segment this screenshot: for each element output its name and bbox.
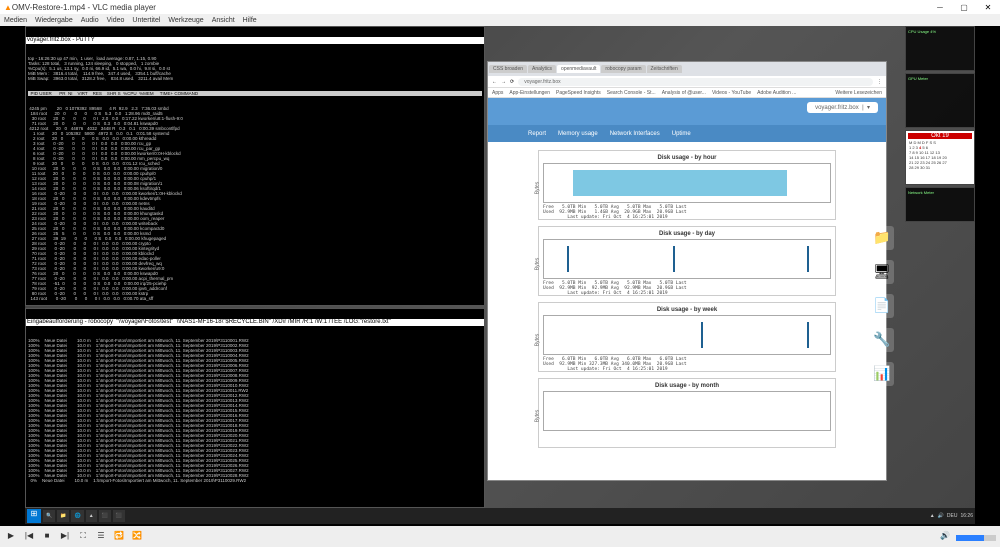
nav-uptime[interactable]: Uptime <box>672 131 691 137</box>
calendar-gadget[interactable]: Okt 19 M D M D F S S 1 2 3 4 5 67 8 9 10… <box>905 130 975 185</box>
windows-taskbar: ⊞ 🔍 📁 🌐 ▲ ⬛ ⬛ ▲ 🔊 DEU 16:26 <box>25 508 975 524</box>
bm-more[interactable]: Weitere Lesezeichen <box>835 90 882 96</box>
shuffle-button[interactable]: 🔀 <box>130 531 144 545</box>
menu-hilfe[interactable]: Hilfe <box>243 17 257 24</box>
system-tray: ▲ 🔊 DEU 16:26 <box>930 513 973 519</box>
taskbar-search-icon[interactable]: 🔍 <box>43 510 55 522</box>
taskbar-app[interactable]: ⬛ <box>99 510 111 522</box>
playlist-button[interactable]: ☰ <box>94 531 108 545</box>
browser-tabstrip: CSS broaden Analytics openmediavault rob… <box>488 62 886 76</box>
putty-titlebar[interactable]: voyager.fritz.box - PuTTY <box>26 37 484 44</box>
disk-chart: Disk usage - by dayBytesFree 5.0TB Min 5… <box>538 226 836 296</box>
disk-chart: Disk usage - by hourBytesFree 5.0TB Min … <box>538 150 836 220</box>
bm-ana[interactable]: Analysis of @user... <box>662 90 706 96</box>
tab-omv[interactable]: openmediavault <box>557 65 600 73</box>
address-bar[interactable]: voyager.fritz.box <box>518 78 873 86</box>
menu-werkzeuge[interactable]: Werkzeuge <box>168 17 203 24</box>
tray-time[interactable]: 16:26 <box>960 513 973 519</box>
loop-button[interactable]: 🔁 <box>112 531 126 545</box>
desktop-icon[interactable]: 🔧 <box>870 328 894 352</box>
tab-robocopy[interactable]: robocopy param <box>601 65 645 73</box>
chrome-window[interactable]: CSS broaden Analytics openmediavault rob… <box>487 61 887 481</box>
maximize-button[interactable]: ▢ <box>956 3 972 12</box>
bm-sc[interactable]: Search Console - St... <box>607 90 656 96</box>
back-icon[interactable]: ← <box>492 79 497 85</box>
play-button[interactable]: ▶ <box>4 531 18 545</box>
stop-button[interactable]: ■ <box>40 531 54 545</box>
prev-button[interactable]: |◀ <box>22 531 36 545</box>
menu-ansicht[interactable]: Ansicht <box>212 17 235 24</box>
bm-au[interactable]: Adobe Audition ... <box>757 90 796 96</box>
reload-icon[interactable]: ⟳ <box>510 79 514 85</box>
menu-video[interactable]: Video <box>107 17 125 24</box>
putty-window[interactable]: voyager.fritz.box - PuTTY top - 16:26:30… <box>25 26 485 306</box>
omv-header: voyager.fritz.box | ▾ <box>488 98 886 126</box>
taskbar-app[interactable]: 📁 <box>57 510 69 522</box>
top-header: top - 16:26:30 up 47 min, 1 user, load a… <box>28 56 482 81</box>
desktop-icon[interactable]: 🖥 <box>870 260 894 284</box>
desktop-icon[interactable]: 📊 <box>870 362 894 386</box>
network-gadget[interactable]: Network Meter <box>905 187 975 222</box>
omv-host-badge[interactable]: voyager.fritz.box | ▾ <box>807 102 878 113</box>
omv-subnav: Report Memory usage Network Interfaces U… <box>488 126 886 142</box>
top-columns: PID USER PR NI VIRT RES SHR S %CPU %MEM … <box>28 91 482 96</box>
menu-medien[interactable]: Medien <box>4 17 27 24</box>
window-title: OMV-Restore-1.mp4 - VLC media player <box>12 3 932 12</box>
menu-untertitel[interactable]: Untertitel <box>132 17 160 24</box>
browser-viewport: voyager.fritz.box | ▾ Report Memory usag… <box>488 98 886 480</box>
desktop-icon[interactable]: 📁 <box>870 226 894 250</box>
tab-css[interactable]: CSS broaden <box>489 65 527 73</box>
bm-appset[interactable]: App-Einstellungen <box>509 90 550 96</box>
nav-memory[interactable]: Memory usage <box>558 131 598 137</box>
desktop-icon[interactable]: 📄 <box>870 294 894 318</box>
close-button[interactable]: ✕ <box>980 3 996 12</box>
recorded-desktop: voyager.fritz.box - PuTTY top - 16:26:30… <box>25 26 975 524</box>
cmd-titlebar[interactable]: Eingabeaufforderung - robocopy "\\voyage… <box>26 319 484 326</box>
vlc-icon: ▲ <box>4 3 12 12</box>
cpu-gadget[interactable]: CPU Usage 4% <box>905 26 975 71</box>
vlc-titlebar: ▲ OMV-Restore-1.mp4 - VLC media player ─… <box>0 0 1000 14</box>
minimize-button[interactable]: ─ <box>932 3 948 12</box>
cmd-window[interactable]: Eingabeaufforderung - robocopy "\\voyage… <box>25 308 485 508</box>
start-button[interactable]: ⊞ <box>27 509 41 523</box>
next-button[interactable]: ▶| <box>58 531 72 545</box>
taskbar-app[interactable]: ▲ <box>86 510 97 522</box>
nav-report[interactable]: Report <box>528 131 546 137</box>
tray-lang[interactable]: DEU <box>947 513 958 519</box>
bookmarks-bar: Apps App-Einstellungen PageSpeed Insight… <box>488 88 886 98</box>
bm-apps[interactable]: Apps <box>492 90 503 96</box>
tray-icon[interactable]: ▲ <box>930 513 935 519</box>
video-frame: voyager.fritz.box - PuTTY top - 16:26:30… <box>0 26 1000 526</box>
volume-slider[interactable] <box>956 535 996 541</box>
disk-chart: Disk usage - by monthBytes <box>538 378 836 448</box>
volume-icon[interactable]: 🔊 <box>938 531 952 545</box>
nav-netif[interactable]: Network Interfaces <box>610 131 660 137</box>
taskbar-app[interactable]: 🌐 <box>71 510 83 522</box>
bm-yt[interactable]: Videos - YouTube <box>712 90 751 96</box>
disk-chart: Disk usage - by weekBytesFree 6.0TB Min … <box>538 302 836 372</box>
bm-psi[interactable]: PageSpeed Insights <box>556 90 601 96</box>
menu-wiedergabe[interactable]: Wiedergabe <box>35 17 73 24</box>
charts-container: Disk usage - by hourBytesFree 5.0TB Min … <box>488 142 886 456</box>
menu-icon[interactable]: ⋮ <box>877 79 882 85</box>
fullscreen-button[interactable]: ⛶ <box>76 531 90 545</box>
browser-toolbar: ← → ⟳ voyager.fritz.box ⋮ <box>488 76 886 88</box>
forward-icon[interactable]: → <box>501 79 506 85</box>
desktop-gadgets: CPU Usage 4% GPU Meter Okt 19 M D M D F … <box>905 26 975 506</box>
vlc-menubar: Medien Wiedergabe Audio Video Untertitel… <box>0 14 1000 26</box>
tray-icon[interactable]: 🔊 <box>938 513 944 519</box>
gpu-gadget[interactable]: GPU Meter <box>905 73 975 128</box>
tab-zeit[interactable]: Zeitschriften <box>647 65 682 73</box>
taskbar-app[interactable]: ⬛ <box>113 510 125 522</box>
robocopy-output: 100% Neue Datei 10.0 m 1:\Import-Fotos\I… <box>26 336 484 485</box>
top-process-list: 4245 pm 20 0 1079392 89568 4 R 92.9 2.3 … <box>28 106 482 301</box>
desktop-icons: 📁 🖥 📄 🔧 📊 <box>870 226 900 386</box>
tab-analytics[interactable]: Analytics <box>528 65 556 73</box>
menu-audio[interactable]: Audio <box>81 17 99 24</box>
